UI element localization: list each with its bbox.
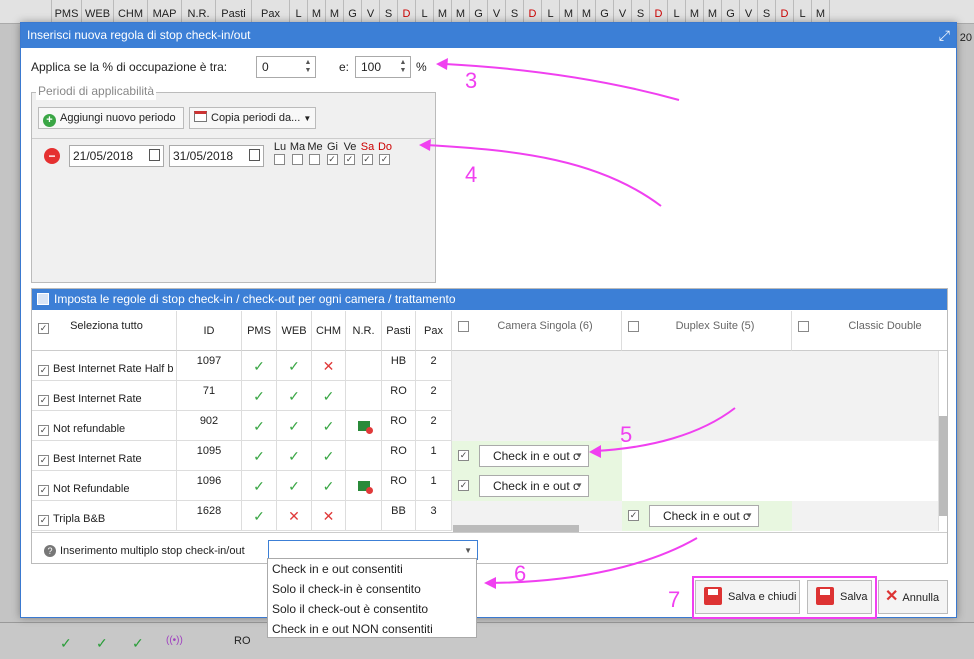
annotation-6: 6 xyxy=(514,561,527,586)
arrowhead-6 xyxy=(484,577,496,589)
annotation-arrows xyxy=(419,58,736,589)
annotation-4: 4 xyxy=(465,162,478,187)
annotation-5: 5 xyxy=(620,422,633,447)
annotation-arrow-3 xyxy=(444,63,680,101)
annotation-3: 3 xyxy=(465,68,478,93)
annotation-arrow-5 xyxy=(594,407,736,452)
arrowhead-5 xyxy=(589,445,601,458)
annotation-7: 7 xyxy=(668,587,681,612)
arrowhead-4 xyxy=(419,139,431,151)
arrowhead-3 xyxy=(436,58,448,70)
annotation-arrow-4 xyxy=(424,144,662,207)
